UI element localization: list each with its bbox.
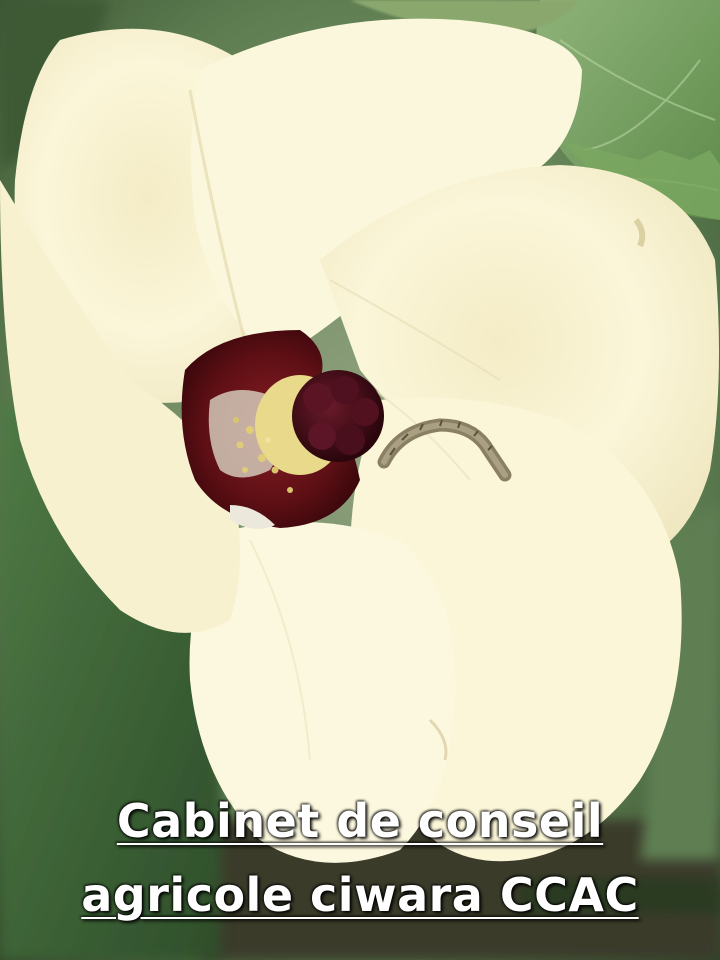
- photo-frame: Cabinet de conseil agricole ciwara CCAC: [0, 0, 720, 960]
- caption-line-2: agricole ciwara CCAC: [81, 868, 639, 922]
- caption-line-1: Cabinet de conseil: [116, 794, 604, 848]
- stigma: [292, 370, 384, 462]
